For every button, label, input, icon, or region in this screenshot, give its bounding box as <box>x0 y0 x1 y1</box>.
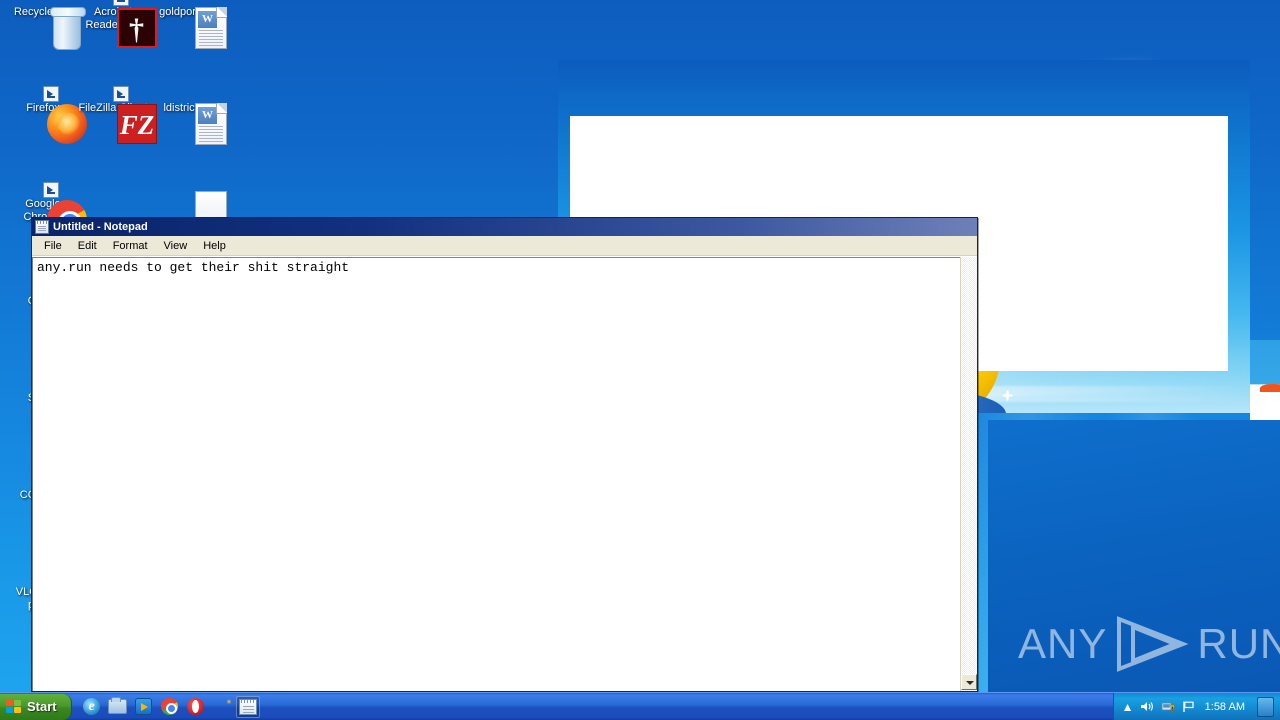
notepad-window[interactable]: Untitled - Notepad File Edit Format View Hel… <box>31 217 978 692</box>
splash-orange-orb <box>1260 384 1280 392</box>
offscreen-window-sliver[interactable] <box>1250 340 1280 420</box>
shortcut-arrow-icon <box>43 182 59 198</box>
chrome-icon <box>161 698 179 715</box>
notepad-title-text: Untitled - Notepad <box>53 221 148 233</box>
media-player-icon <box>135 698 153 715</box>
shortcut-arrow-icon <box>113 0 129 6</box>
taskbar-button-windows-explorer[interactable] <box>106 696 130 718</box>
notepad-menu-edit[interactable]: Edit <box>70 238 105 254</box>
taskbar-button-opera[interactable] <box>184 696 208 718</box>
shortcut-arrow-icon <box>113 86 129 102</box>
desktop-icon-recycle-bin[interactable]: Recycle Bin <box>6 6 86 50</box>
desktop-icon-ldistrict-rtf[interactable]: Wldistrict.rtf <box>150 102 227 145</box>
taskbar-button-google-chrome[interactable] <box>158 696 182 718</box>
skype-icon <box>213 696 230 715</box>
notepad-titlebar[interactable]: Untitled - Notepad <box>32 218 977 236</box>
notepad-vertical-scrollbar[interactable] <box>960 257 977 691</box>
notepad-text-area[interactable]: any.run needs to get their shit straight <box>32 257 960 691</box>
taskbar[interactable]: Start ▲ <box>0 692 1280 720</box>
notepad-menu-help[interactable]: Help <box>195 238 234 254</box>
quick-launch-bar[interactable] <box>76 695 260 718</box>
desktop-icon-filezilla[interactable]: FZ FileZilla Client <box>76 86 157 144</box>
system-clock[interactable]: 1:58 AM <box>1202 701 1248 713</box>
desktop-icon-goldporn-rtf[interactable]: Wgoldporn.rtf <box>150 6 227 49</box>
start-button[interactable]: Start <box>0 693 72 720</box>
notepad-icon <box>238 698 257 715</box>
notepad-body: any.run needs to get their shit straight <box>32 256 977 691</box>
notepad-menu-view[interactable]: View <box>156 238 196 254</box>
network-warning-icon[interactable] <box>1161 700 1175 714</box>
notepad-icon <box>35 220 49 234</box>
volume-icon[interactable] <box>1140 700 1154 713</box>
internet-explorer-icon <box>83 698 101 715</box>
notepad-menu-format[interactable]: Format <box>105 238 156 254</box>
opera-icon <box>187 698 205 715</box>
start-button-label: Start <box>27 699 57 714</box>
folder-icon <box>108 697 128 714</box>
scroll-down-arrow-icon[interactable] <box>961 674 977 690</box>
anyrun-logo: ANY RUN <box>1018 615 1280 673</box>
show-desktop-button[interactable] <box>1257 696 1274 717</box>
desktop-screen: Recycle Bin † Acrobat Reader DC Wgoldporn.r… <box>0 0 1280 720</box>
desktop-icon-acrobat-reader[interactable]: † Acrobat Reader DC <box>76 0 157 48</box>
notepad-menu-file[interactable]: File <box>36 238 70 254</box>
notepad-menubar[interactable]: File Edit Format View Help <box>32 236 977 256</box>
system-tray[interactable]: ▲ 1:58 AM <box>1112 692 1280 720</box>
play-triangle-icon <box>1113 615 1191 673</box>
desktop-icon-firefox[interactable]: Firefox <box>6 86 87 144</box>
anyrun-watermark-panel: ANY RUN <box>988 420 1280 692</box>
anyrun-text-run: RUN <box>1197 620 1280 667</box>
action-center-flag-icon[interactable] <box>1182 700 1195 713</box>
windows-flag-icon <box>6 699 22 714</box>
shortcut-arrow-icon <box>43 86 59 102</box>
anyrun-text-any: ANY <box>1018 620 1108 667</box>
show-hidden-icons-chevron-up-icon[interactable]: ▲ <box>1122 701 1134 713</box>
taskbar-button-notepad[interactable] <box>235 695 260 718</box>
taskbar-button-internet-explorer[interactable] <box>80 696 104 718</box>
taskbar-button-skype[interactable] <box>210 696 234 718</box>
taskbar-button-windows-media-player[interactable] <box>132 696 156 718</box>
